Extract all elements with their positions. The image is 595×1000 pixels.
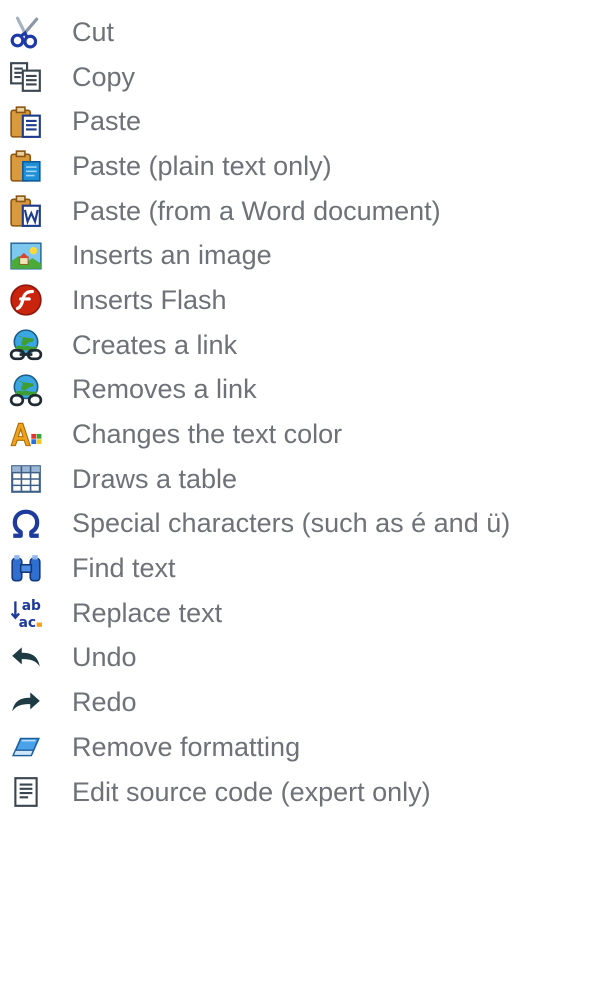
list-item-special-characters: Special characters (such as é and ü) bbox=[8, 502, 593, 547]
paste-icon bbox=[8, 104, 44, 140]
list-item-label: Changes the text color bbox=[72, 419, 343, 450]
link-icon bbox=[8, 327, 44, 363]
binoculars-icon bbox=[8, 551, 44, 587]
list-item-paste-word: Paste (from a Word document) bbox=[8, 189, 593, 234]
undo-icon bbox=[8, 640, 44, 676]
list-item-label: Special characters (such as é and ü) bbox=[72, 508, 511, 539]
list-item-unlink: Removes a link bbox=[8, 368, 593, 413]
list-item-replace: ab ac Replace text bbox=[8, 591, 593, 636]
list-item-flash: Inserts Flash bbox=[8, 278, 593, 323]
redo-icon bbox=[8, 685, 44, 721]
table-icon bbox=[8, 461, 44, 497]
list-item-undo: Undo bbox=[8, 636, 593, 681]
paste-plain-text-icon bbox=[8, 148, 44, 184]
source-icon bbox=[8, 774, 44, 810]
toolbar-help-list: Cut Copy Paste Paste (plain text only) P… bbox=[8, 10, 593, 814]
list-item-label: Replace text bbox=[72, 597, 223, 628]
list-item-label: Inserts Flash bbox=[72, 284, 227, 315]
list-item-copy: Copy bbox=[8, 55, 593, 100]
eraser-icon bbox=[8, 729, 44, 765]
copy-icon bbox=[8, 59, 44, 95]
cut-icon bbox=[8, 14, 44, 50]
text-color-icon bbox=[8, 417, 44, 453]
list-item-paste-plain-text: Paste (plain text only) bbox=[8, 144, 593, 189]
list-item-label: Inserts an image bbox=[72, 240, 272, 271]
replace-icon: ab ac bbox=[8, 595, 44, 631]
list-item-link: Creates a link bbox=[8, 323, 593, 368]
list-item-find: Find text bbox=[8, 546, 593, 591]
list-item-label: Edit source code (expert only) bbox=[72, 776, 431, 807]
list-item-label: Paste (plain text only) bbox=[72, 150, 332, 181]
list-item-label: Paste (from a Word document) bbox=[72, 195, 441, 226]
svg-text:ab: ab bbox=[22, 598, 41, 614]
list-item-label: Undo bbox=[72, 642, 137, 673]
list-item-label: Copy bbox=[72, 61, 136, 92]
list-item-label: Remove formatting bbox=[72, 731, 301, 762]
list-item-label: Draws a table bbox=[72, 463, 238, 494]
list-item-table: Draws a table bbox=[8, 457, 593, 502]
list-item-label: Cut bbox=[72, 16, 115, 47]
omega-icon bbox=[8, 506, 44, 542]
list-item-paste: Paste bbox=[8, 99, 593, 144]
list-item-label: Find text bbox=[72, 553, 176, 584]
paste-word-icon bbox=[8, 193, 44, 229]
flash-icon bbox=[8, 282, 44, 318]
list-item-label: Paste bbox=[72, 106, 142, 137]
image-icon bbox=[8, 238, 44, 274]
list-item-label: Removes a link bbox=[72, 374, 257, 405]
list-item-text-color: Changes the text color bbox=[8, 412, 593, 457]
list-item-label: Redo bbox=[72, 687, 137, 718]
svg-text:ac: ac bbox=[19, 615, 37, 630]
list-item-redo: Redo bbox=[8, 680, 593, 725]
list-item-cut: Cut bbox=[8, 10, 593, 55]
list-item-source: Edit source code (expert only) bbox=[8, 770, 593, 815]
unlink-icon bbox=[8, 372, 44, 408]
list-item-image: Inserts an image bbox=[8, 233, 593, 278]
list-item-label: Creates a link bbox=[72, 329, 238, 360]
list-item-remove-formatting: Remove formatting bbox=[8, 725, 593, 770]
